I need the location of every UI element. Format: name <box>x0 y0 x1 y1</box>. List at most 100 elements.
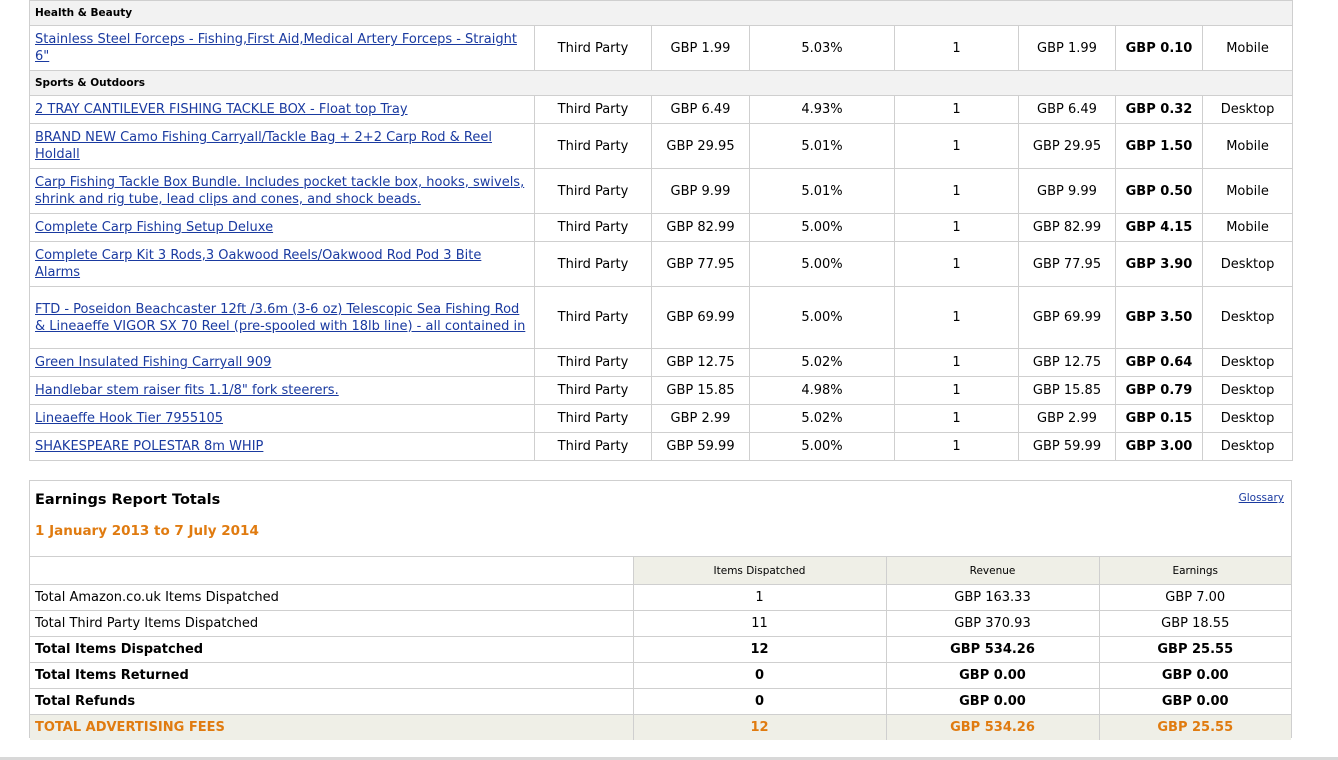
item-title-link[interactable]: Carp Fishing Tackle Box Bundle. Includes… <box>35 175 524 207</box>
totals-row: Total Items Dispatched 12 GBP 534.26 GBP 25… <box>30 636 1291 663</box>
item-title-link[interactable]: FTD - Poseidon Beachcaster 12ft /3.6m (3… <box>35 302 525 334</box>
totals-header-row: Items Dispatched Revenue Earnings <box>30 556 1291 585</box>
item-qty-cell: 1 <box>894 404 1019 433</box>
item-price-cell: GBP 2.99 <box>651 404 750 433</box>
item-rate-cell: 5.02% <box>749 348 895 377</box>
item-revenue-cell: GBP 6.49 <box>1018 95 1116 124</box>
item-earnings-cell: GBP 3.00 <box>1115 432 1203 461</box>
item-row: FTD - Poseidon Beachcaster 12ft /3.6m (3… <box>29 286 1294 349</box>
item-rate-cell: 5.00% <box>749 286 895 349</box>
item-price-cell: GBP 82.99 <box>651 213 750 242</box>
item-title-link[interactable]: Complete Carp Kit 3 Rods,3 Oakwood Reels… <box>35 248 481 280</box>
item-qty-cell: 1 <box>894 432 1019 461</box>
totals-earnings-cell: GBP 25.55 <box>1098 636 1291 663</box>
item-seller-cell: Third Party <box>534 432 652 461</box>
item-title-cell: Stainless Steel Forceps - Fishing,First … <box>29 25 535 71</box>
item-title-link[interactable]: Handlebar stem raiser fits 1.1/8" fork s… <box>35 383 339 398</box>
totals-revenue-cell: GBP 534.26 <box>885 714 1100 740</box>
item-seller-cell: Third Party <box>534 376 652 405</box>
item-rate-cell: 4.93% <box>749 95 895 124</box>
item-seller-cell: Third Party <box>534 213 652 242</box>
item-earnings-cell: GBP 0.79 <box>1115 376 1203 405</box>
item-row: Carp Fishing Tackle Box Bundle. Includes… <box>29 168 1294 214</box>
item-title-cell: Handlebar stem raiser fits 1.1/8" fork s… <box>29 376 535 405</box>
item-device-cell: Mobile <box>1201 123 1294 169</box>
item-seller-cell: Third Party <box>534 123 652 169</box>
header-blank <box>30 556 634 585</box>
item-row: SHAKESPEARE POLESTAR 8m WHIP Third Party G… <box>29 432 1294 461</box>
totals-earnings-cell: GBP 7.00 <box>1098 584 1291 611</box>
item-row: Lineaeffe Hook Tier 7955105 Third Party GB… <box>29 404 1294 433</box>
item-seller-cell: Third Party <box>534 286 652 349</box>
item-revenue-cell: GBP 9.99 <box>1018 168 1116 214</box>
item-title-link[interactable]: Lineaeffe Hook Tier 7955105 <box>35 411 223 426</box>
item-row: Green Insulated Fishing Carryall 909 Thir… <box>29 348 1294 377</box>
totals-label-cell: Total Amazon.co.uk Items Dispatched <box>30 584 634 611</box>
item-title-link[interactable]: Stainless Steel Forceps - Fishing,First … <box>35 32 517 64</box>
item-device-cell: Desktop <box>1201 432 1294 461</box>
item-rate-cell: 5.03% <box>749 25 895 71</box>
item-title-link[interactable]: 2 TRAY CANTILEVER FISHING TACKLE BOX - F… <box>35 102 408 117</box>
item-revenue-cell: GBP 12.75 <box>1018 348 1116 377</box>
item-earnings-cell: GBP 0.15 <box>1115 404 1203 433</box>
item-revenue-cell: GBP 29.95 <box>1018 123 1116 169</box>
item-revenue-cell: GBP 77.95 <box>1018 241 1116 287</box>
item-qty-cell: 1 <box>894 123 1019 169</box>
totals-revenue-cell: GBP 163.33 <box>885 584 1100 611</box>
item-title-link[interactable]: Complete Carp Fishing Setup Deluxe <box>35 220 273 235</box>
item-qty-cell: 1 <box>894 286 1019 349</box>
item-seller-cell: Third Party <box>534 404 652 433</box>
item-earnings-cell: GBP 0.10 <box>1115 25 1203 71</box>
totals-earnings-cell: GBP 0.00 <box>1098 662 1291 689</box>
totals-earnings-cell: GBP 18.55 <box>1098 610 1291 637</box>
item-title-link[interactable]: BRAND NEW Camo Fishing Carryall/Tackle B… <box>35 130 492 162</box>
item-qty-cell: 1 <box>894 213 1019 242</box>
item-row: Complete Carp Kit 3 Rods,3 Oakwood Reels… <box>29 241 1294 287</box>
item-title-link[interactable]: Green Insulated Fishing Carryall 909 <box>35 355 271 370</box>
item-rate-cell: 5.00% <box>749 213 895 242</box>
totals-row: Total Amazon.co.uk Items Dispatched 1 GBP … <box>30 584 1291 611</box>
totals-items-cell: 0 <box>632 662 887 689</box>
glossary-link[interactable]: Glossary <box>1239 492 1284 504</box>
item-title-cell: Lineaeffe Hook Tier 7955105 <box>29 404 535 433</box>
item-price-cell: GBP 15.85 <box>651 376 750 405</box>
header-items-dispatched: Items Dispatched <box>632 556 887 585</box>
item-qty-cell: 1 <box>894 168 1019 214</box>
totals-row: TOTAL ADVERTISING FEES 12 GBP 534.26 GBP 25… <box>30 714 1291 740</box>
item-rate-cell: 5.01% <box>749 123 895 169</box>
item-row: 2 TRAY CANTILEVER FISHING TACKLE BOX - F… <box>29 95 1294 124</box>
category-name: Sports & Outdoors <box>28 70 1294 96</box>
totals-items-cell: 0 <box>632 688 887 715</box>
item-qty-cell: 1 <box>894 241 1019 287</box>
item-title-cell: 2 TRAY CANTILEVER FISHING TACKLE BOX - F… <box>29 95 535 124</box>
item-device-cell: Desktop <box>1201 404 1294 433</box>
item-device-cell: Desktop <box>1201 95 1294 124</box>
item-earnings-cell: GBP 0.50 <box>1115 168 1203 214</box>
item-device-cell: Desktop <box>1201 376 1294 405</box>
totals-label-cell: Total Items Returned <box>30 662 634 689</box>
item-title-cell: Green Insulated Fishing Carryall 909 <box>29 348 535 377</box>
item-seller-cell: Third Party <box>534 168 652 214</box>
totals-title: Earnings Report Totals <box>35 492 221 508</box>
item-qty-cell: 1 <box>894 95 1019 124</box>
item-earnings-cell: GBP 0.32 <box>1115 95 1203 124</box>
totals-label-cell: Total Third Party Items Dispatched <box>30 610 634 637</box>
totals-row: Total Third Party Items Dispatched 11 GBP … <box>30 610 1291 637</box>
item-title-cell: SHAKESPEARE POLESTAR 8m WHIP <box>29 432 535 461</box>
item-earnings-cell: GBP 0.64 <box>1115 348 1203 377</box>
item-price-cell: GBP 77.95 <box>651 241 750 287</box>
totals-revenue-cell: GBP 370.93 <box>885 610 1100 637</box>
item-row: Handlebar stem raiser fits 1.1/8" fork s… <box>29 376 1294 405</box>
item-seller-cell: Third Party <box>534 348 652 377</box>
item-revenue-cell: GBP 2.99 <box>1018 404 1116 433</box>
item-earnings-cell: GBP 1.50 <box>1115 123 1203 169</box>
item-row: BRAND NEW Camo Fishing Carryall/Tackle B… <box>29 123 1294 169</box>
totals-date-range: 1 January 2013 to 7 July 2014 <box>35 523 259 539</box>
items-table: Health & Beauty Stainless Steel Forceps -… <box>28 0 1294 461</box>
category-name: Health & Beauty <box>28 0 1294 26</box>
item-device-cell: Mobile <box>1201 25 1294 71</box>
item-revenue-cell: GBP 15.85 <box>1018 376 1116 405</box>
item-title-link[interactable]: SHAKESPEARE POLESTAR 8m WHIP <box>35 439 263 454</box>
item-device-cell: Mobile <box>1201 168 1294 214</box>
item-device-cell: Desktop <box>1201 348 1294 377</box>
